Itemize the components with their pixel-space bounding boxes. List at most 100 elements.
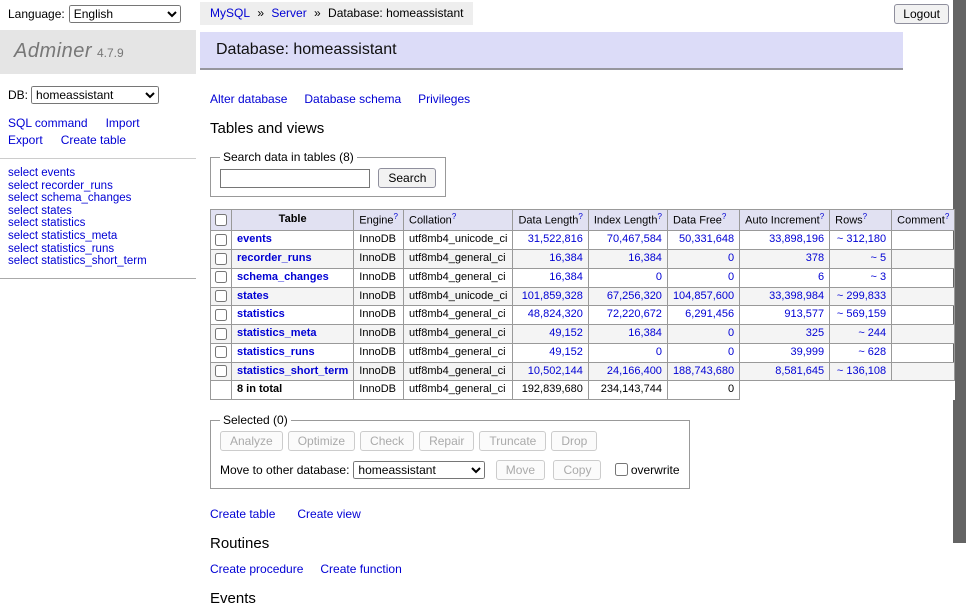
table-row: statistics_metaInnoDButf8mb4_general_ci4… <box>211 325 955 344</box>
comment-cell <box>892 343 955 362</box>
table-name-link[interactable]: events <box>237 233 272 245</box>
collation-cell: utf8mb4_general_ci <box>404 306 513 325</box>
sidebar-table-link[interactable]: select events <box>8 167 188 180</box>
table-name-link[interactable]: statistics_short_term <box>237 365 348 377</box>
adminer-version: 4.7.9 <box>97 46 124 60</box>
table-name-link[interactable]: statistics_runs <box>237 346 315 358</box>
row-checkbox[interactable] <box>215 253 227 265</box>
overwrite-option: overwrite <box>611 463 680 477</box>
language-select[interactable]: English <box>69 5 181 23</box>
sidebar-table-link[interactable]: select statistics <box>8 217 188 230</box>
row-checkbox[interactable] <box>215 346 227 358</box>
action-link-privileges[interactable]: Privileges <box>418 92 470 106</box>
breadcrumb-link-server[interactable]: Server <box>271 6 306 20</box>
analyze-button[interactable]: Analyze <box>220 431 283 451</box>
selected-fieldset: Selected (0) AnalyzeOptimizeCheckRepairT… <box>210 413 690 489</box>
truncate-button[interactable]: Truncate <box>479 431 546 451</box>
data-free-cell: 188,743,680 <box>667 362 739 381</box>
link-create-procedure[interactable]: Create procedure <box>210 562 303 576</box>
sidebar-link-export[interactable]: Export <box>8 133 43 147</box>
table-name-link[interactable]: statistics <box>237 308 285 320</box>
optimize-button[interactable]: Optimize <box>288 431 355 451</box>
column-hint-link[interactable]: ? <box>820 212 824 221</box>
repair-button[interactable]: Repair <box>419 431 474 451</box>
drop-button[interactable]: Drop <box>551 431 597 451</box>
overwrite-checkbox[interactable] <box>615 463 628 476</box>
row-checkbox-cell <box>211 268 232 287</box>
table-name-link[interactable]: recorder_runs <box>237 252 312 264</box>
column-header-index-length: Index Length? <box>588 210 667 231</box>
row-checkbox-cell <box>211 287 232 306</box>
sidebar-table-link[interactable]: select schema_changes <box>8 192 188 205</box>
breadcrumb-link-mysql[interactable]: MySQL <box>210 6 250 20</box>
column-header-table: Table <box>232 210 354 231</box>
search-input[interactable] <box>220 169 370 188</box>
column-hint-link[interactable]: ? <box>578 212 582 221</box>
link-create-function[interactable]: Create function <box>320 562 401 576</box>
data-free-cell: 50,331,648 <box>667 231 739 250</box>
table-name-link[interactable]: schema_changes <box>237 271 329 283</box>
column-header-engine: Engine? <box>354 210 404 231</box>
column-hint-link[interactable]: ? <box>722 212 726 221</box>
sidebar-table-link[interactable]: select recorder_runs <box>8 180 188 193</box>
row-checkbox[interactable] <box>215 328 227 340</box>
column-hint-link[interactable]: ? <box>863 212 867 221</box>
index-length-cell: 72,220,672 <box>588 306 667 325</box>
move-database-select[interactable]: homeassistant <box>353 461 485 479</box>
sidebar-link-sql-command[interactable]: SQL command <box>8 116 88 130</box>
copy-button[interactable]: Copy <box>553 460 601 480</box>
action-link-alter-database[interactable]: Alter database <box>210 92 287 106</box>
search-legend: Search data in tables (8) <box>220 150 357 164</box>
table-name-link[interactable]: statistics_meta <box>237 327 317 339</box>
engine-cell: InnoDB <box>354 250 404 269</box>
auto-increment-cell: 39,999 <box>740 343 830 362</box>
row-checkbox[interactable] <box>215 290 227 302</box>
rows-cell: ~ 136,108 <box>830 362 892 381</box>
sidebar-table-link[interactable]: select statistics_runs <box>8 243 188 256</box>
action-link-database-schema[interactable]: Database schema <box>304 92 401 106</box>
move-button[interactable]: Move <box>496 460 545 480</box>
breadcrumb-current: Database: homeassistant <box>328 6 463 20</box>
column-hint-link[interactable]: ? <box>945 212 949 221</box>
search-button[interactable]: Search <box>378 168 436 188</box>
rows-cell: ~ 244 <box>830 325 892 344</box>
select-all-checkbox[interactable] <box>215 214 227 226</box>
move-label: Move to other database: <box>220 463 349 477</box>
table-name-link[interactable]: states <box>237 290 269 302</box>
sidebar-link-create-table[interactable]: Create table <box>61 133 126 147</box>
row-checkbox[interactable] <box>215 365 227 377</box>
row-checkbox-cell <box>211 325 232 344</box>
column-label: Data Length <box>518 215 578 227</box>
comment-cell <box>892 306 955 325</box>
database-action-links: Alter database Database schema Privileges <box>210 92 903 106</box>
db-select[interactable]: homeassistant <box>31 86 159 104</box>
column-header-data-free: Data Free? <box>667 210 739 231</box>
table-name-cell: statistics_runs <box>232 343 354 362</box>
adminer-logo[interactable]: Adminer <box>14 40 92 62</box>
sidebar-link-import[interactable]: Import <box>106 116 140 130</box>
auto-increment-cell: 325 <box>740 325 830 344</box>
total-collation-cell: utf8mb4_general_ci <box>404 381 513 400</box>
sidebar-table-link[interactable]: select statistics_short_term <box>8 255 188 268</box>
sidebar-table-link[interactable]: select states <box>8 205 188 218</box>
row-checkbox[interactable] <box>215 234 227 246</box>
engine-cell: InnoDB <box>354 343 404 362</box>
check-button[interactable]: Check <box>360 431 414 451</box>
link-create-table[interactable]: Create table <box>210 507 275 521</box>
sidebar-table-link[interactable]: select statistics_meta <box>8 230 188 243</box>
column-hint-link[interactable]: ? <box>657 212 661 221</box>
row-checkbox[interactable] <box>215 309 227 321</box>
comment-cell <box>892 325 955 344</box>
column-hint-link[interactable]: ? <box>394 212 398 221</box>
column-header-auto-increment: Auto Increment? <box>740 210 830 231</box>
row-checkbox[interactable] <box>215 271 227 283</box>
row-checkbox-cell <box>211 250 232 269</box>
auto-increment-cell: 6 <box>740 268 830 287</box>
search-fieldset: Search data in tables (8) Search <box>210 150 446 197</box>
data-length-cell: 16,384 <box>513 250 588 269</box>
index-length-cell: 16,384 <box>588 250 667 269</box>
routine-links: Create procedure Create function <box>210 562 903 576</box>
link-create-view[interactable]: Create view <box>297 507 360 521</box>
column-hint-link[interactable]: ? <box>452 212 456 221</box>
column-label: Index Length <box>594 215 658 227</box>
